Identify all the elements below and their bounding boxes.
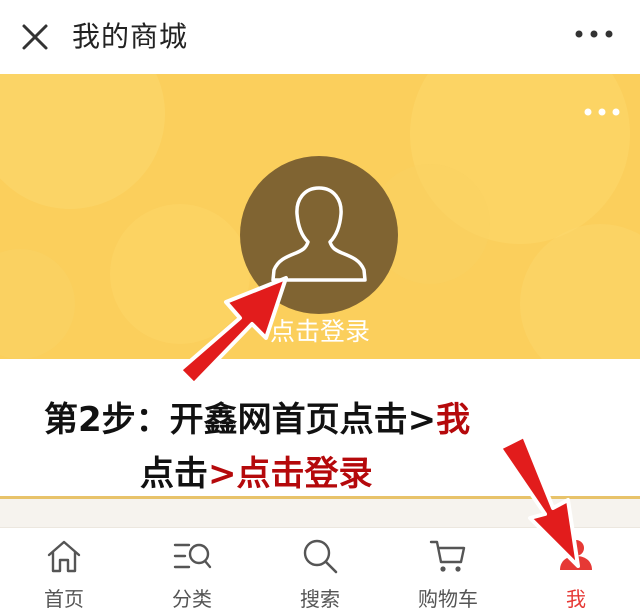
tab-label: 我 <box>566 587 586 611</box>
close-icon <box>22 24 48 50</box>
tab-category[interactable]: 分类 <box>128 528 256 612</box>
cart-icon <box>429 540 466 572</box>
title-bar: 我的商城 <box>0 0 640 74</box>
more-icon <box>584 108 620 116</box>
section-gap <box>0 499 640 527</box>
person-avatar-icon <box>271 186 367 282</box>
tab-label: 购物车 <box>418 587 478 611</box>
bottom-tab-bar: 首页 分类 搜索 购物车 我 <box>0 527 640 612</box>
home-icon <box>47 540 81 573</box>
more-icon <box>575 30 613 38</box>
search-icon <box>303 539 338 574</box>
instruction-highlight: 我 <box>436 400 471 440</box>
close-button[interactable] <box>16 18 54 56</box>
page-title: 我的商城 <box>72 20 189 53</box>
tab-home[interactable]: 首页 <box>0 528 128 612</box>
instruction-step-text: 第2步：开鑫网首页点击>我 <box>44 392 470 441</box>
category-search-icon <box>173 543 212 569</box>
tab-cart[interactable]: 购物车 <box>384 528 512 612</box>
tab-label: 搜索 <box>300 587 340 611</box>
login-link[interactable]: 点击登录 <box>0 312 640 348</box>
instruction-step-text: 点击>点击登录 <box>140 446 373 495</box>
instruction-highlight: >点击登录 <box>208 454 373 494</box>
instruction-text: 第2步：开鑫网首页点击> <box>44 400 437 440</box>
profile-banner: 点击登录 <box>0 74 640 359</box>
tab-label: 首页 <box>44 587 84 611</box>
tab-label: 分类 <box>172 587 212 611</box>
tab-search[interactable]: 搜索 <box>256 528 384 612</box>
profile-icon <box>560 540 592 570</box>
instruction-text: 点击 <box>140 454 208 494</box>
profile-menu-button[interactable] <box>582 104 622 118</box>
tab-profile[interactable]: 我 <box>512 528 640 612</box>
avatar[interactable] <box>240 156 398 314</box>
more-menu-button[interactable] <box>572 26 616 40</box>
